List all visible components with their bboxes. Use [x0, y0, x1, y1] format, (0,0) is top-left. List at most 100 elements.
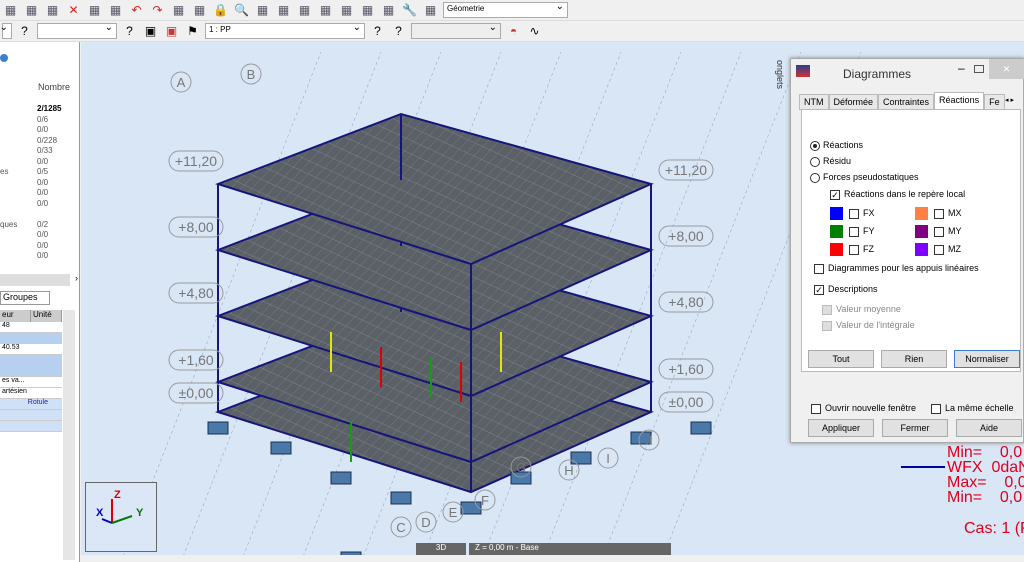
aide-button[interactable]: Aide [956, 419, 1022, 437]
radio-option[interactable]: Résidu [810, 156, 851, 167]
normaliser-button[interactable]: Normaliser [954, 350, 1020, 368]
local-frame-checkbox[interactable]: ✓ Réactions dans le repère local [830, 189, 965, 200]
property-row[interactable] [0, 366, 62, 377]
minimize-button[interactable]: – [958, 61, 965, 75]
checkbox[interactable] [849, 244, 859, 255]
radio-option[interactable]: Forces pseudostatiques [810, 172, 919, 183]
tab-déformée[interactable]: Déformée [828, 94, 879, 110]
count-row[interactable] [0, 209, 80, 220]
footing[interactable] [340, 551, 362, 555]
shell-icon[interactable]: ◓ [505, 23, 522, 40]
color-swatch[interactable] [830, 243, 843, 256]
redo-icon[interactable]: ↷ [149, 2, 166, 19]
case-select[interactable]: 1 : PP [205, 22, 365, 39]
radio-button[interactable] [810, 156, 820, 167]
paste-icon[interactable]: ▦ [107, 2, 124, 19]
checkbox[interactable] [849, 208, 859, 219]
checkbox[interactable]: ✓ [830, 189, 840, 200]
zoom-icon[interactable]: 🔍 [233, 2, 250, 19]
close-button[interactable]: ✕ [989, 59, 1024, 79]
descriptions-checkbox[interactable]: ✓ Descriptions [814, 284, 878, 295]
property-row[interactable] [0, 410, 62, 421]
checkbox[interactable] [849, 226, 859, 237]
layout-icon[interactable]: ▦ [422, 2, 439, 19]
footing[interactable] [390, 491, 412, 505]
object-select[interactable] [37, 22, 117, 39]
open-icon[interactable]: ▦ [2, 2, 19, 19]
checkbox[interactable] [934, 226, 944, 237]
component-mx[interactable]: MX [915, 207, 962, 220]
tab-contraintes[interactable]: Contraintes [878, 94, 935, 110]
component-mz[interactable]: MZ [915, 243, 961, 256]
tout-button[interactable]: Tout [808, 350, 874, 368]
section-icon[interactable]: ▦ [338, 2, 355, 19]
wrench-icon[interactable]: 🔧 [401, 2, 418, 19]
lock-icon[interactable]: 🔒 [212, 2, 229, 19]
new-window-checkbox[interactable]: Ouvrir nouvelle fenêtre [811, 403, 916, 414]
property-row[interactable]: 48 [0, 322, 62, 333]
building-icon[interactable]: ▦ [359, 2, 376, 19]
load-case-icon[interactable]: ⚑ [184, 23, 201, 40]
vertical-scrollbar[interactable] [63, 310, 75, 560]
color-swatch[interactable] [830, 225, 843, 238]
wave-icon[interactable]: ∿ [526, 23, 543, 40]
preview-icon[interactable]: ▦ [23, 2, 40, 19]
undo-icon[interactable]: ↶ [128, 2, 145, 19]
same-scale-checkbox[interactable]: La même échelle [931, 403, 1014, 414]
count-row[interactable]: 2/1285 [0, 104, 80, 115]
fermer-button[interactable]: Fermer [882, 419, 948, 437]
tab-groupes[interactable]: Groupes [0, 291, 50, 305]
screenshot-icon[interactable]: ▦ [44, 2, 61, 19]
property-row[interactable]: Rotule [0, 399, 62, 410]
frame-icon[interactable]: ▣ [142, 23, 159, 40]
footing[interactable] [690, 421, 712, 435]
footing[interactable] [207, 421, 229, 435]
property-row[interactable]: es va... [0, 377, 62, 388]
count-row[interactable]: 0/0 [0, 230, 80, 241]
case-query2-icon[interactable]: ? [390, 23, 407, 40]
tab-scroll-arrows[interactable]: ◂ ▸ [1005, 96, 1014, 104]
count-row[interactable]: 0/2 ques [0, 220, 80, 231]
count-row[interactable]: 0/0 [0, 199, 80, 210]
property-row[interactable]: 40.53 [0, 344, 62, 355]
load-icon[interactable]: ▦ [380, 2, 397, 19]
tab-réactions[interactable]: Réactions [934, 92, 985, 110]
checkbox[interactable] [934, 208, 944, 219]
grid-icon[interactable]: ▦ [275, 2, 292, 19]
delete-icon[interactable]: ✕ [65, 2, 82, 19]
radio-option[interactable]: Réactions [810, 140, 863, 151]
component-fz[interactable]: FZ [830, 243, 874, 256]
color-swatch[interactable] [915, 207, 928, 220]
table-icon[interactable]: ▦ [170, 2, 187, 19]
appliquer-button[interactable]: Appliquer [808, 419, 874, 437]
maximize-button[interactable] [974, 65, 984, 73]
case-query-icon[interactable]: ? [369, 23, 386, 40]
onglets-tab[interactable]: onglets [773, 60, 785, 140]
query-icon[interactable]: ? [16, 23, 33, 40]
count-row[interactable]: 0/0 [0, 241, 80, 252]
tab-ntm[interactable]: NTM [799, 94, 829, 110]
zoom-window-icon[interactable]: ▦ [254, 2, 271, 19]
help-icon[interactable]: ? [121, 23, 138, 40]
horizontal-scrollbar[interactable]: › [0, 273, 78, 286]
footing[interactable] [330, 471, 352, 485]
rien-button[interactable]: Rien [881, 350, 947, 368]
color-swatch[interactable] [915, 225, 928, 238]
frame-red-icon[interactable]: ▣ [163, 23, 180, 40]
color-swatch[interactable] [915, 243, 928, 256]
count-row[interactable]: 0/33 [0, 146, 80, 157]
component-fy[interactable]: FY [830, 225, 875, 238]
property-row[interactable] [0, 355, 62, 366]
layout-select[interactable]: Géometrie [443, 1, 568, 18]
count-row[interactable]: 0/0 [0, 188, 80, 199]
count-row[interactable]: 0/0 [0, 178, 80, 189]
component-my[interactable]: MY [915, 225, 962, 238]
small-select[interactable] [0, 22, 12, 39]
count-row[interactable]: 0/0 [0, 125, 80, 136]
count-row[interactable]: 0/0 [0, 157, 80, 168]
checkbox[interactable] [934, 244, 944, 255]
table2-icon[interactable]: ▦ [191, 2, 208, 19]
work-plane-indicator[interactable]: Z = 0,00 m - Base [469, 543, 671, 555]
component-fx[interactable]: FX [830, 207, 875, 220]
color-swatch[interactable] [830, 207, 843, 220]
